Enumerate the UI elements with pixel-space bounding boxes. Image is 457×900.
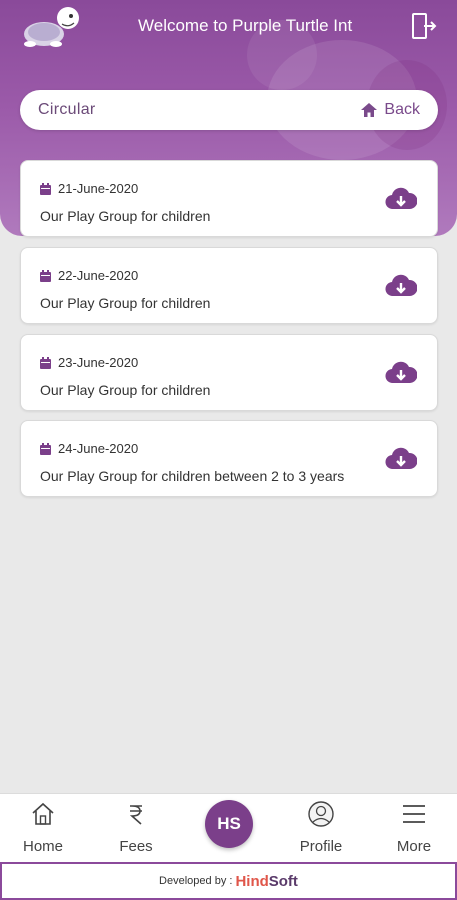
calendar-icon <box>40 182 51 195</box>
circular-card[interactable]: 22-June-2020 Our Play Group for children <box>20 247 438 324</box>
profile-icon <box>308 801 334 827</box>
logout-icon[interactable] <box>411 12 437 40</box>
calendar-icon <box>40 356 51 369</box>
nav-item-more[interactable]: More <box>379 794 449 863</box>
rupee-icon <box>129 805 142 825</box>
footer-credit: Developed by : HindSoft <box>0 862 457 900</box>
nav-item-fees[interactable]: Fees <box>101 794 171 863</box>
circular-date: 23-June-2020 <box>58 355 139 370</box>
home-icon <box>361 103 378 117</box>
back-label: Back <box>384 101 420 118</box>
nav-label-profile: Profile <box>299 838 343 855</box>
circular-date: 22-June-2020 <box>58 268 139 283</box>
nav-label-fees: Fees <box>119 838 153 855</box>
home-icon <box>32 802 54 825</box>
circular-description: Our Play Group for children between 2 to… <box>40 468 345 484</box>
hs-center-button[interactable]: HS <box>205 800 253 848</box>
brand-part-2: Soft <box>268 872 298 890</box>
circular-description: Our Play Group for children <box>40 208 211 224</box>
circular-card[interactable]: 23-June-2020 Our Play Group for children <box>20 334 438 411</box>
cloud-download-icon[interactable] <box>385 359 417 385</box>
turtle-logo-icon <box>24 7 79 47</box>
welcome-title: Welcome to Purple Turtle Int <box>138 16 353 35</box>
nav-label-more: More <box>396 838 432 855</box>
nav-label-home: Home <box>22 838 63 855</box>
cloud-download-icon[interactable] <box>385 185 417 211</box>
circular-card[interactable]: 21-June-2020 Our Play Group for children <box>20 160 438 237</box>
cloud-download-icon[interactable] <box>385 445 417 471</box>
page-title: Circular <box>38 101 96 118</box>
calendar-icon <box>40 269 51 282</box>
cloud-download-icon[interactable] <box>385 272 417 298</box>
brand-part-1: Hind <box>235 872 269 890</box>
back-button[interactable]: Back <box>360 101 420 119</box>
developed-by-label: Developed by : <box>159 875 233 887</box>
circular-description: Our Play Group for children <box>40 295 211 311</box>
calendar-icon <box>40 442 51 455</box>
nav-item-home[interactable]: Home <box>8 794 78 863</box>
circular-date: 24-June-2020 <box>58 441 139 456</box>
circular-header-bar: Circular Back <box>20 90 438 130</box>
nav-item-profile[interactable]: Profile <box>286 794 356 863</box>
top-bar: Welcome to Purple Turtle Int <box>0 0 457 54</box>
circular-date: 21-June-2020 <box>58 181 139 196</box>
circular-card[interactable]: 24-June-2020 Our Play Group for children… <box>20 420 438 497</box>
hindsoft-logo: HindSoft <box>235 873 298 890</box>
menu-icon <box>403 805 425 823</box>
circular-description: Our Play Group for children <box>40 382 211 398</box>
